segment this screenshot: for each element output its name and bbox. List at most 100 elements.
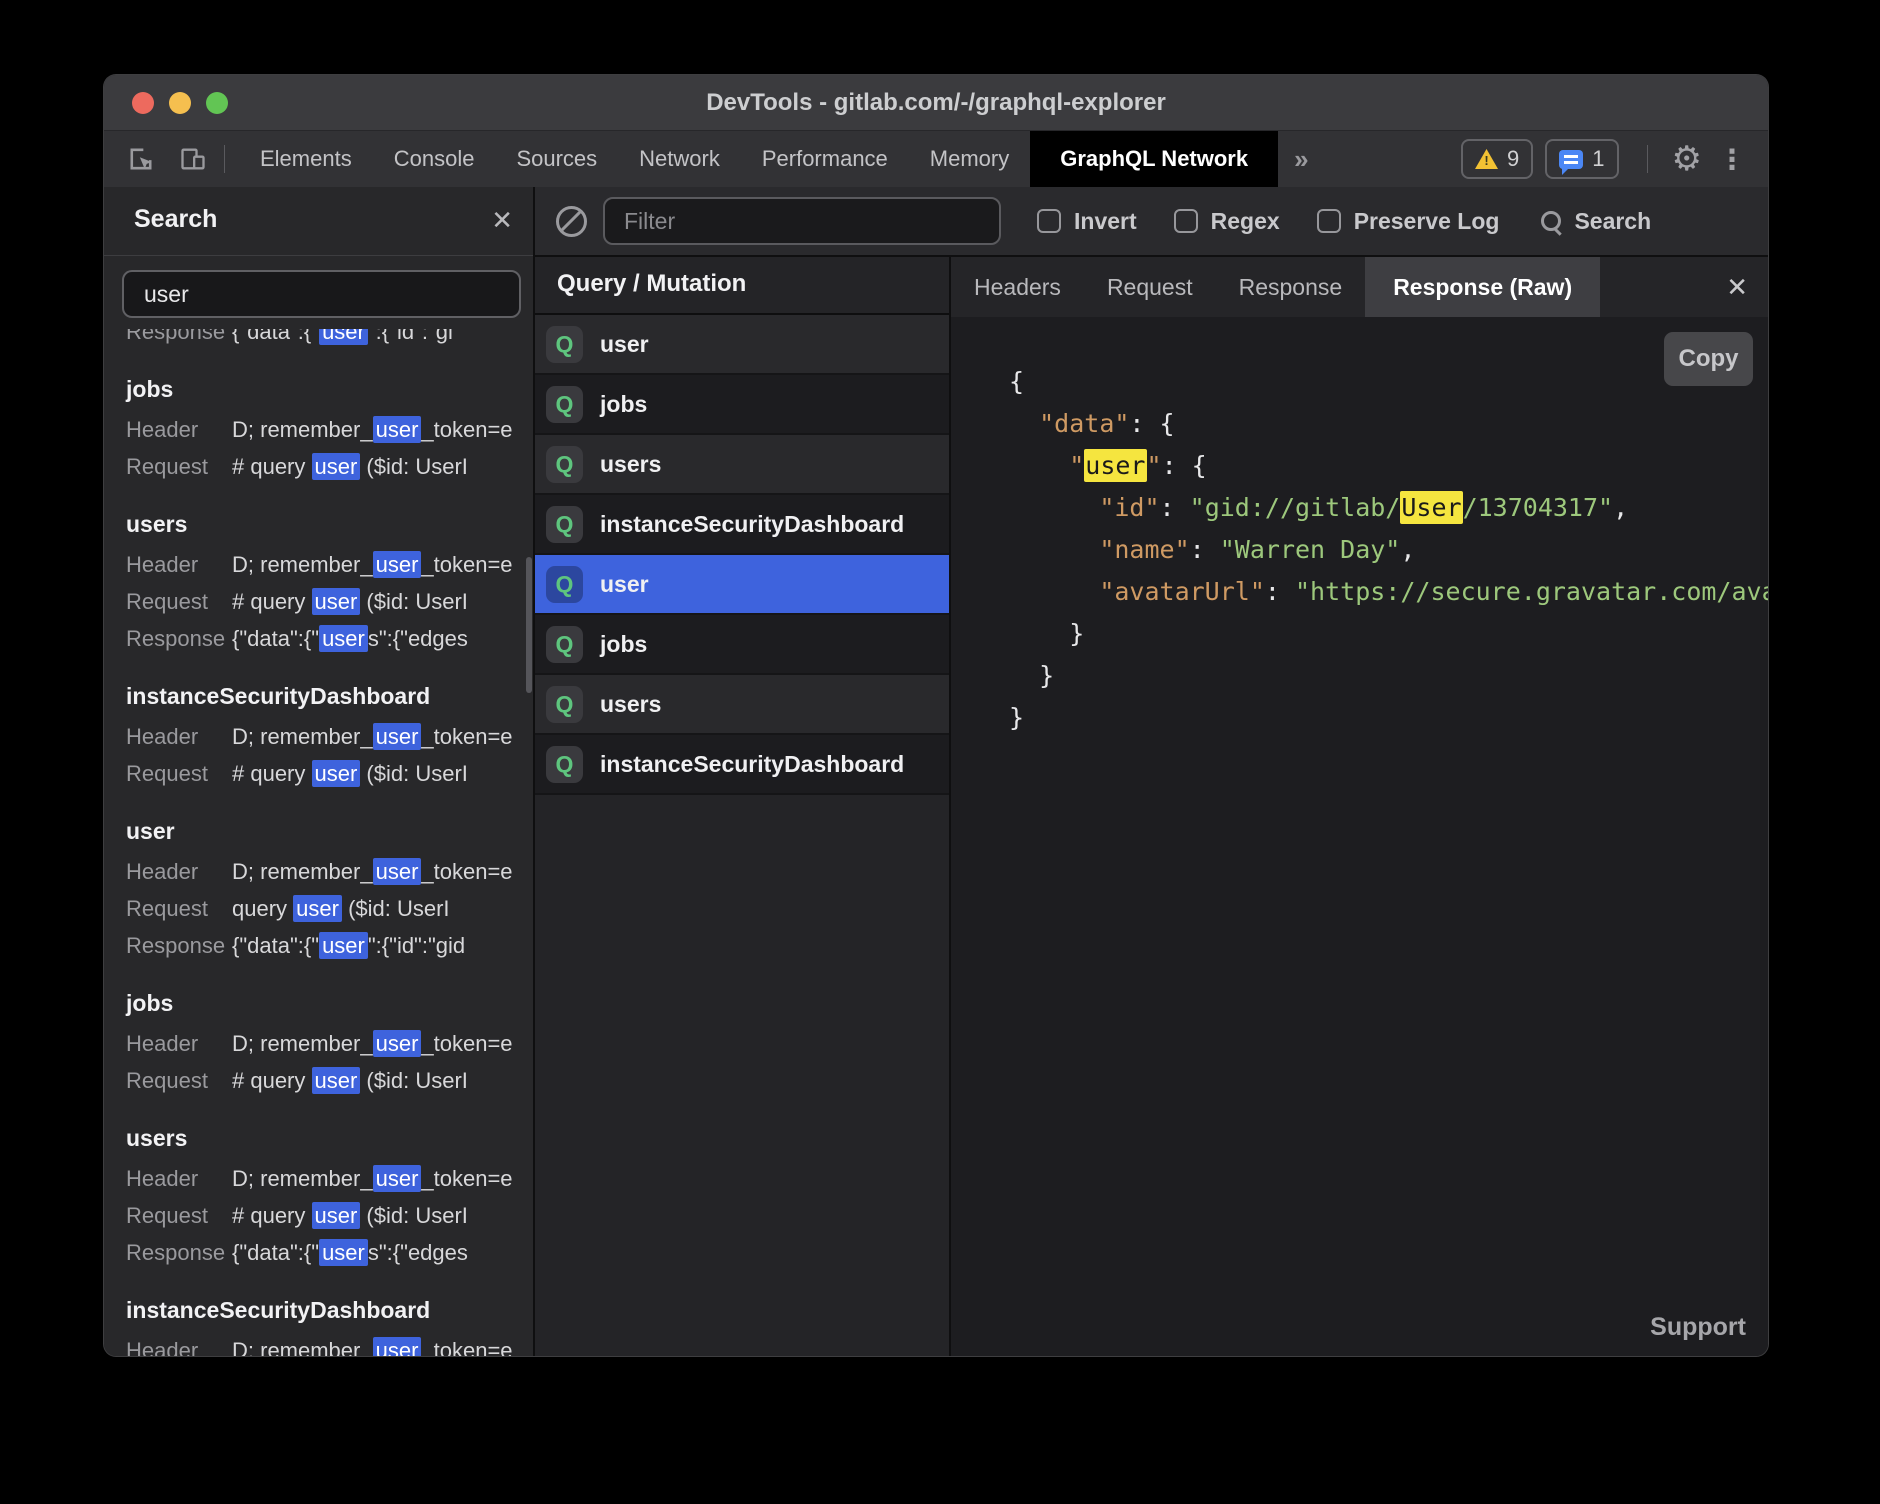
result-field-label: Header bbox=[126, 1332, 232, 1356]
window-title: DevTools - gitlab.com/-/graphql-explorer bbox=[104, 75, 1768, 130]
search-hit-highlight: user bbox=[373, 723, 422, 750]
request-row-label: instanceSecurityDashboard bbox=[600, 511, 904, 538]
request-row-instanceSecurityDashboard[interactable]: QinstanceSecurityDashboard bbox=[535, 495, 949, 555]
search-result-group-title[interactable]: jobs bbox=[126, 376, 525, 403]
search-result-row[interactable]: Response{"data":{"users":{"edges bbox=[126, 620, 525, 657]
issues-badge[interactable]: 1 bbox=[1545, 139, 1618, 179]
json-line: } bbox=[1009, 655, 1768, 697]
json-line: } bbox=[1009, 613, 1768, 655]
query-mutation-panel: Query / Mutation QuserQjobsQusersQinstan… bbox=[535, 257, 951, 1356]
request-row-jobs[interactable]: Qjobs bbox=[535, 615, 949, 675]
title-bar: DevTools - gitlab.com/-/graphql-explorer bbox=[104, 75, 1768, 131]
search-result-row[interactable]: Requestquery user ($id: UserI bbox=[126, 890, 525, 927]
search-close-icon[interactable]: ✕ bbox=[491, 205, 513, 236]
request-row-users[interactable]: Qusers bbox=[535, 435, 949, 495]
tab-graphql-network[interactable]: GraphQL Network bbox=[1030, 131, 1278, 187]
search-hit-highlight: user bbox=[319, 1239, 368, 1266]
search-result-row[interactable]: HeaderD; remember_user_token=e bbox=[126, 1025, 525, 1062]
json-line: "name": "Warren Day", bbox=[1009, 529, 1768, 571]
settings-gear-icon[interactable]: ⚙ bbox=[1672, 142, 1702, 176]
search-result-row[interactable]: Request# query user ($id: UserI bbox=[126, 1197, 525, 1234]
scrollbar-thumb[interactable] bbox=[526, 557, 532, 693]
more-tabs-chevron-icon[interactable]: » bbox=[1278, 144, 1324, 175]
search-result-row[interactable]: HeaderD; remember_user_token=e bbox=[126, 853, 525, 890]
json-line: } bbox=[1009, 697, 1768, 739]
search-result-row[interactable]: HeaderD; remember_user_token=e bbox=[126, 1160, 525, 1197]
device-toolbar-icon[interactable] bbox=[178, 144, 208, 174]
inspect-element-icon[interactable] bbox=[126, 144, 156, 174]
invert-checkbox[interactable] bbox=[1037, 209, 1061, 233]
search-result-row[interactable]: Response{"data":{"users":{"edges bbox=[126, 1234, 525, 1271]
search-result-row[interactable]: Request# query user ($id: UserI bbox=[126, 755, 525, 792]
request-row-label: users bbox=[600, 451, 661, 478]
result-field-label: Response bbox=[126, 620, 232, 657]
filter-input[interactable] bbox=[603, 197, 1001, 245]
json-line: "id": "gid://gitlab/User/13704317", bbox=[1009, 487, 1768, 529]
json-response-body[interactable]: { "data": { "user": { "id": "gid://gitla… bbox=[1009, 361, 1768, 739]
tab-sources[interactable]: Sources bbox=[495, 131, 618, 187]
preserve-log-checkbox-group[interactable]: Preserve Log bbox=[1317, 208, 1500, 235]
search-hit-highlight: user bbox=[373, 1337, 422, 1356]
tab-response-raw[interactable]: Response (Raw) bbox=[1365, 257, 1600, 317]
search-result-row[interactable]: Request# query user ($id: UserI bbox=[126, 583, 525, 620]
request-row-instanceSecurityDashboard[interactable]: QinstanceSecurityDashboard bbox=[535, 735, 949, 795]
search-hit-highlight: user bbox=[319, 625, 368, 652]
search-hit-highlight: user bbox=[373, 858, 422, 885]
invert-checkbox-group[interactable]: Invert bbox=[1037, 208, 1137, 235]
regex-checkbox[interactable] bbox=[1174, 209, 1198, 233]
clear-block-icon[interactable] bbox=[556, 206, 587, 237]
request-row-user-selected[interactable]: Quser bbox=[535, 555, 949, 615]
tab-headers[interactable]: Headers bbox=[951, 257, 1084, 317]
support-link[interactable]: Support bbox=[1650, 1313, 1746, 1342]
search-result-row[interactable]: HeaderD; remember_user_token=e bbox=[126, 546, 525, 583]
search-result-group-title[interactable]: jobs bbox=[126, 990, 525, 1017]
preserve-log-checkbox[interactable] bbox=[1317, 209, 1341, 233]
search-hit-highlight: user bbox=[319, 329, 368, 345]
search-result-row[interactable]: Request# query user ($id: UserI bbox=[126, 1062, 525, 1099]
search-hit-highlight: user bbox=[312, 760, 361, 787]
search-result-row[interactable]: Request# query user ($id: UserI bbox=[126, 448, 525, 485]
request-row-jobs[interactable]: Qjobs bbox=[535, 375, 949, 435]
search-results-list[interactable]: Response{"data":{"user":{"id":"gi jobs Hea… bbox=[104, 329, 525, 1356]
details-close-icon[interactable]: ✕ bbox=[1706, 257, 1768, 317]
tab-elements[interactable]: Elements bbox=[239, 131, 373, 187]
search-result-row[interactable]: Response{"data":{"user":{"id":"gid bbox=[126, 927, 525, 964]
search-result-row-clipped[interactable]: Response{"data":{"user":{"id":"gi bbox=[126, 329, 525, 350]
network-filter-bar: Invert Regex Preserve Log Search bbox=[535, 187, 1768, 257]
search-panel-title: Search bbox=[134, 205, 217, 234]
tab-console[interactable]: Console bbox=[373, 131, 496, 187]
query-type-badge: Q bbox=[546, 746, 583, 783]
tab-request[interactable]: Request bbox=[1084, 257, 1216, 317]
request-row-label: users bbox=[600, 691, 661, 718]
search-result-group-title[interactable]: instanceSecurityDashboard bbox=[126, 683, 525, 710]
request-row-users[interactable]: Qusers bbox=[535, 675, 949, 735]
request-row-user[interactable]: Quser bbox=[535, 315, 949, 375]
search-result-group-title[interactable]: users bbox=[126, 511, 525, 538]
tab-performance[interactable]: Performance bbox=[741, 131, 909, 187]
warning-triangle-icon: ! bbox=[1475, 149, 1498, 169]
search-result-group-title[interactable]: instanceSecurityDashboard bbox=[126, 1297, 525, 1324]
result-field-label: Header bbox=[126, 1160, 232, 1197]
request-row-label: jobs bbox=[600, 391, 647, 418]
message-bubble-icon bbox=[1559, 150, 1583, 169]
query-type-badge: Q bbox=[546, 686, 583, 723]
search-toggle[interactable]: Search bbox=[1541, 208, 1651, 235]
tab-network[interactable]: Network bbox=[618, 131, 741, 187]
request-row-label: jobs bbox=[600, 631, 647, 658]
kebab-menu-icon[interactable]: ⋮ bbox=[1718, 143, 1746, 176]
search-result-row[interactable]: HeaderD; remember_user_token=e bbox=[126, 411, 525, 448]
query-type-badge: Q bbox=[546, 626, 583, 663]
result-field-label: Header bbox=[126, 411, 232, 448]
search-result-group-title[interactable]: users bbox=[126, 1125, 525, 1152]
tab-memory[interactable]: Memory bbox=[909, 131, 1030, 187]
toolbar-separator bbox=[224, 145, 225, 173]
search-result-group-title[interactable]: user bbox=[126, 818, 525, 845]
result-field-label: Header bbox=[126, 853, 232, 890]
regex-checkbox-group[interactable]: Regex bbox=[1174, 208, 1280, 235]
query-type-badge: Q bbox=[546, 446, 583, 483]
search-input[interactable] bbox=[122, 270, 521, 318]
tab-response[interactable]: Response bbox=[1216, 257, 1366, 317]
search-result-row[interactable]: HeaderD; remember_user_token=e bbox=[126, 718, 525, 755]
search-result-row[interactable]: HeaderD; remember_user_token=e bbox=[126, 1332, 525, 1356]
warnings-badge[interactable]: ! 9 bbox=[1461, 139, 1533, 179]
